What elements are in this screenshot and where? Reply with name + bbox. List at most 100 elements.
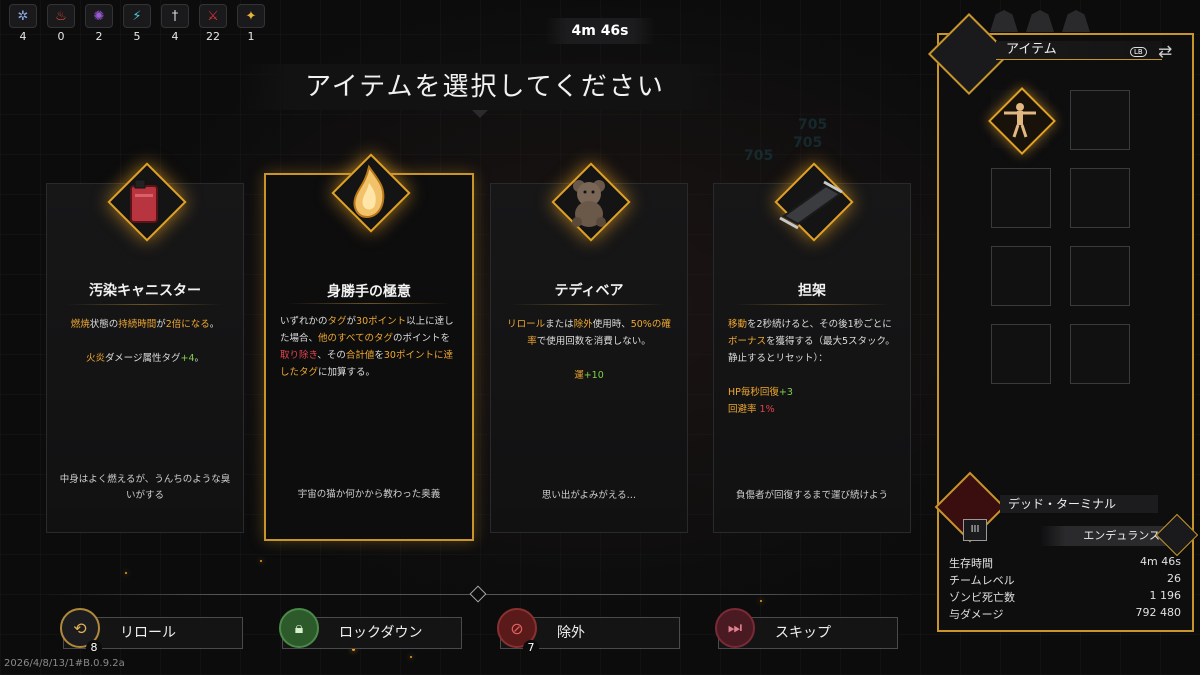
stat-value: 2 [95, 30, 103, 43]
banish-button[interactable]: ⊘ 7 除外 [497, 608, 680, 656]
item-slot[interactable] [1070, 324, 1130, 384]
stat-row: チームレベル 26 [949, 572, 1181, 588]
stat-row: ゾンビ死亡数 1 196 [949, 589, 1181, 605]
stat-value: 26 [1167, 572, 1181, 585]
swap-icon[interactable]: ⇄ [1158, 42, 1172, 62]
item-slot[interactable] [991, 324, 1051, 384]
stat-value: 22 [206, 30, 220, 43]
ember-particle [125, 572, 127, 574]
item-card-stretcher[interactable]: 担架 移動を2秒続けると、その後1秒ごとにボーナスを獲得する（最大5スタック。静… [713, 162, 911, 533]
item-name: 身勝手の極意 [327, 284, 411, 300]
item-slot[interactable] [1070, 168, 1130, 228]
button-label: スキップ [775, 625, 831, 641]
name-divider [510, 304, 668, 305]
gold-star-icon: ✦ [237, 4, 265, 28]
stat-value: 0 [57, 30, 65, 43]
item-flavor-text: 中身はよく燃えるが、うんちのような臭いがする [59, 474, 231, 501]
stat-label: 与ダメージ [949, 608, 1004, 621]
item-badge [321, 151, 417, 247]
stat-value: 4 [19, 30, 27, 43]
stat-value: 1 [247, 30, 255, 43]
panel-tabs [990, 10, 1090, 32]
figure-item-icon [1004, 103, 1036, 138]
stat-item: † 4 [158, 4, 192, 43]
item-card-teddy-bear[interactable]: テディベア リロールまたは除外使用時、50%の確率で使用回数を消費しない。 運+1… [490, 162, 688, 533]
name-divider [286, 303, 452, 304]
item-badge [541, 160, 637, 256]
stat-item: ⚔ 22 [196, 4, 230, 43]
item-slot[interactable] [988, 87, 1056, 155]
item-card-ultra-instinct[interactable]: 身勝手の極意 いずれかのタグが30ポイント以上に達した場合、他のすべてのタグのポ… [264, 153, 474, 541]
item-description: 移動を2秒続けると、その後1秒ごとにボーナスを獲得する（最大5スタック。静止する… [728, 319, 895, 415]
ember-particle [410, 656, 412, 658]
run-timer: 4m 46s [545, 18, 655, 44]
skip-icon: ⏭ [715, 608, 755, 648]
stat-label: ゾンビ死亡数 [949, 591, 1015, 604]
lb-button-hint: LB [1130, 47, 1147, 57]
lockdown-button[interactable]: 🔒︎ ロックダウン [279, 608, 462, 649]
stat-label: チームレベル [949, 574, 1015, 587]
stat-item: ⚡ 5 [120, 4, 154, 43]
item-flavor-text: 思い出がよみがえる… [541, 490, 637, 501]
page-title: アイテムを選択してください [240, 64, 730, 110]
flame-icon: ♨ [47, 4, 75, 28]
item-card-canister[interactable]: 汚染キャニスター 燃焼状態の持続時間が2倍になる。 火炎ダメージ属性タグ+4。 中… [46, 162, 244, 533]
item-flavor-text: 宇宙の猫か何かから教わった奥義 [297, 489, 441, 500]
title-notch [472, 110, 488, 118]
name-divider [733, 304, 891, 305]
top-stats-bar: ✲ 4 ♨ 0 ✺ 2 ⚡ 5 † 4 ⚔ 22 ✦ 1 [0, 0, 274, 46]
teddy-bear-icon [572, 180, 606, 227]
button-label: ロックダウン [339, 625, 423, 641]
stat-label: 生存時間 [949, 557, 993, 570]
banish-count: 7 [523, 640, 539, 656]
lock-icon: 🔒︎ [279, 608, 319, 648]
purple-spark-icon: ✺ [85, 4, 113, 28]
cyan-claw-icon: ⚡ [123, 4, 151, 28]
stat-item: ✺ 2 [82, 4, 116, 43]
stat-item: ♨ 0 [44, 4, 78, 43]
item-name: 汚染キャニスター [89, 283, 201, 299]
item-slot[interactable] [991, 168, 1051, 228]
tab-weapon-2[interactable] [1026, 10, 1054, 32]
item-slot[interactable] [1070, 246, 1130, 306]
stat-row: 生存時間 4m 46s [949, 555, 1181, 571]
tab-weapon-1[interactable] [990, 10, 1018, 32]
stat-value: 792 480 [1135, 606, 1182, 619]
reroll-button[interactable]: ⟲ 8 リロール [60, 608, 243, 656]
character-class: エンデュランス [1040, 526, 1166, 546]
stretcher-icon [779, 180, 843, 230]
sword-icon: † [161, 4, 189, 28]
item-slot[interactable] [1070, 90, 1130, 150]
item-badge [97, 160, 193, 256]
stat-value: 1 196 [1149, 589, 1182, 602]
ember-particle [760, 600, 762, 602]
item-name: 担架 [798, 283, 826, 299]
damage-number: 705 [793, 135, 823, 151]
item-badge [764, 160, 860, 256]
stat-value: 5 [133, 30, 141, 43]
canister-icon [130, 179, 158, 223]
character-rank: III [963, 519, 987, 541]
blue-skull-icon: ✲ [9, 4, 37, 28]
button-label: リロール [120, 625, 176, 641]
reroll-count: 8 [86, 640, 102, 656]
flame-crystal-icon [353, 164, 385, 219]
stat-value: 4m 46s [1140, 555, 1181, 568]
stat-item: ✦ 1 [234, 4, 268, 43]
item-description: いずれかのタグが30ポイント以上に達した場合、他のすべてのタグのポイントを取り除… [280, 316, 454, 378]
stat-row: 与ダメージ 792 480 [949, 606, 1181, 622]
item-flavor-text: 負傷者が回復するまで運び続けよう [735, 490, 888, 501]
item-description: リロールまたは除外使用時、50%の確率で使用回数を消費しない。 運+10 [507, 319, 671, 381]
item-name: テディベア [554, 283, 624, 299]
build-version: 2026/4/8/13/1#B.0.9.2a [4, 658, 125, 669]
skip-button[interactable]: ⏭ スキップ [715, 608, 898, 649]
ember-particle [260, 560, 262, 562]
tab-weapon-3[interactable] [1062, 10, 1090, 32]
stat-item: ✲ 4 [6, 4, 40, 43]
item-description: 燃焼状態の持続時間が2倍になる。 火炎ダメージ属性タグ+4。 [70, 319, 220, 364]
character-name: デッド・ターミナル [1000, 495, 1158, 513]
red-claw-icon: ⚔ [199, 4, 227, 28]
stat-value: 4 [171, 30, 179, 43]
button-label: 除外 [557, 625, 585, 641]
item-slot[interactable] [991, 246, 1051, 306]
